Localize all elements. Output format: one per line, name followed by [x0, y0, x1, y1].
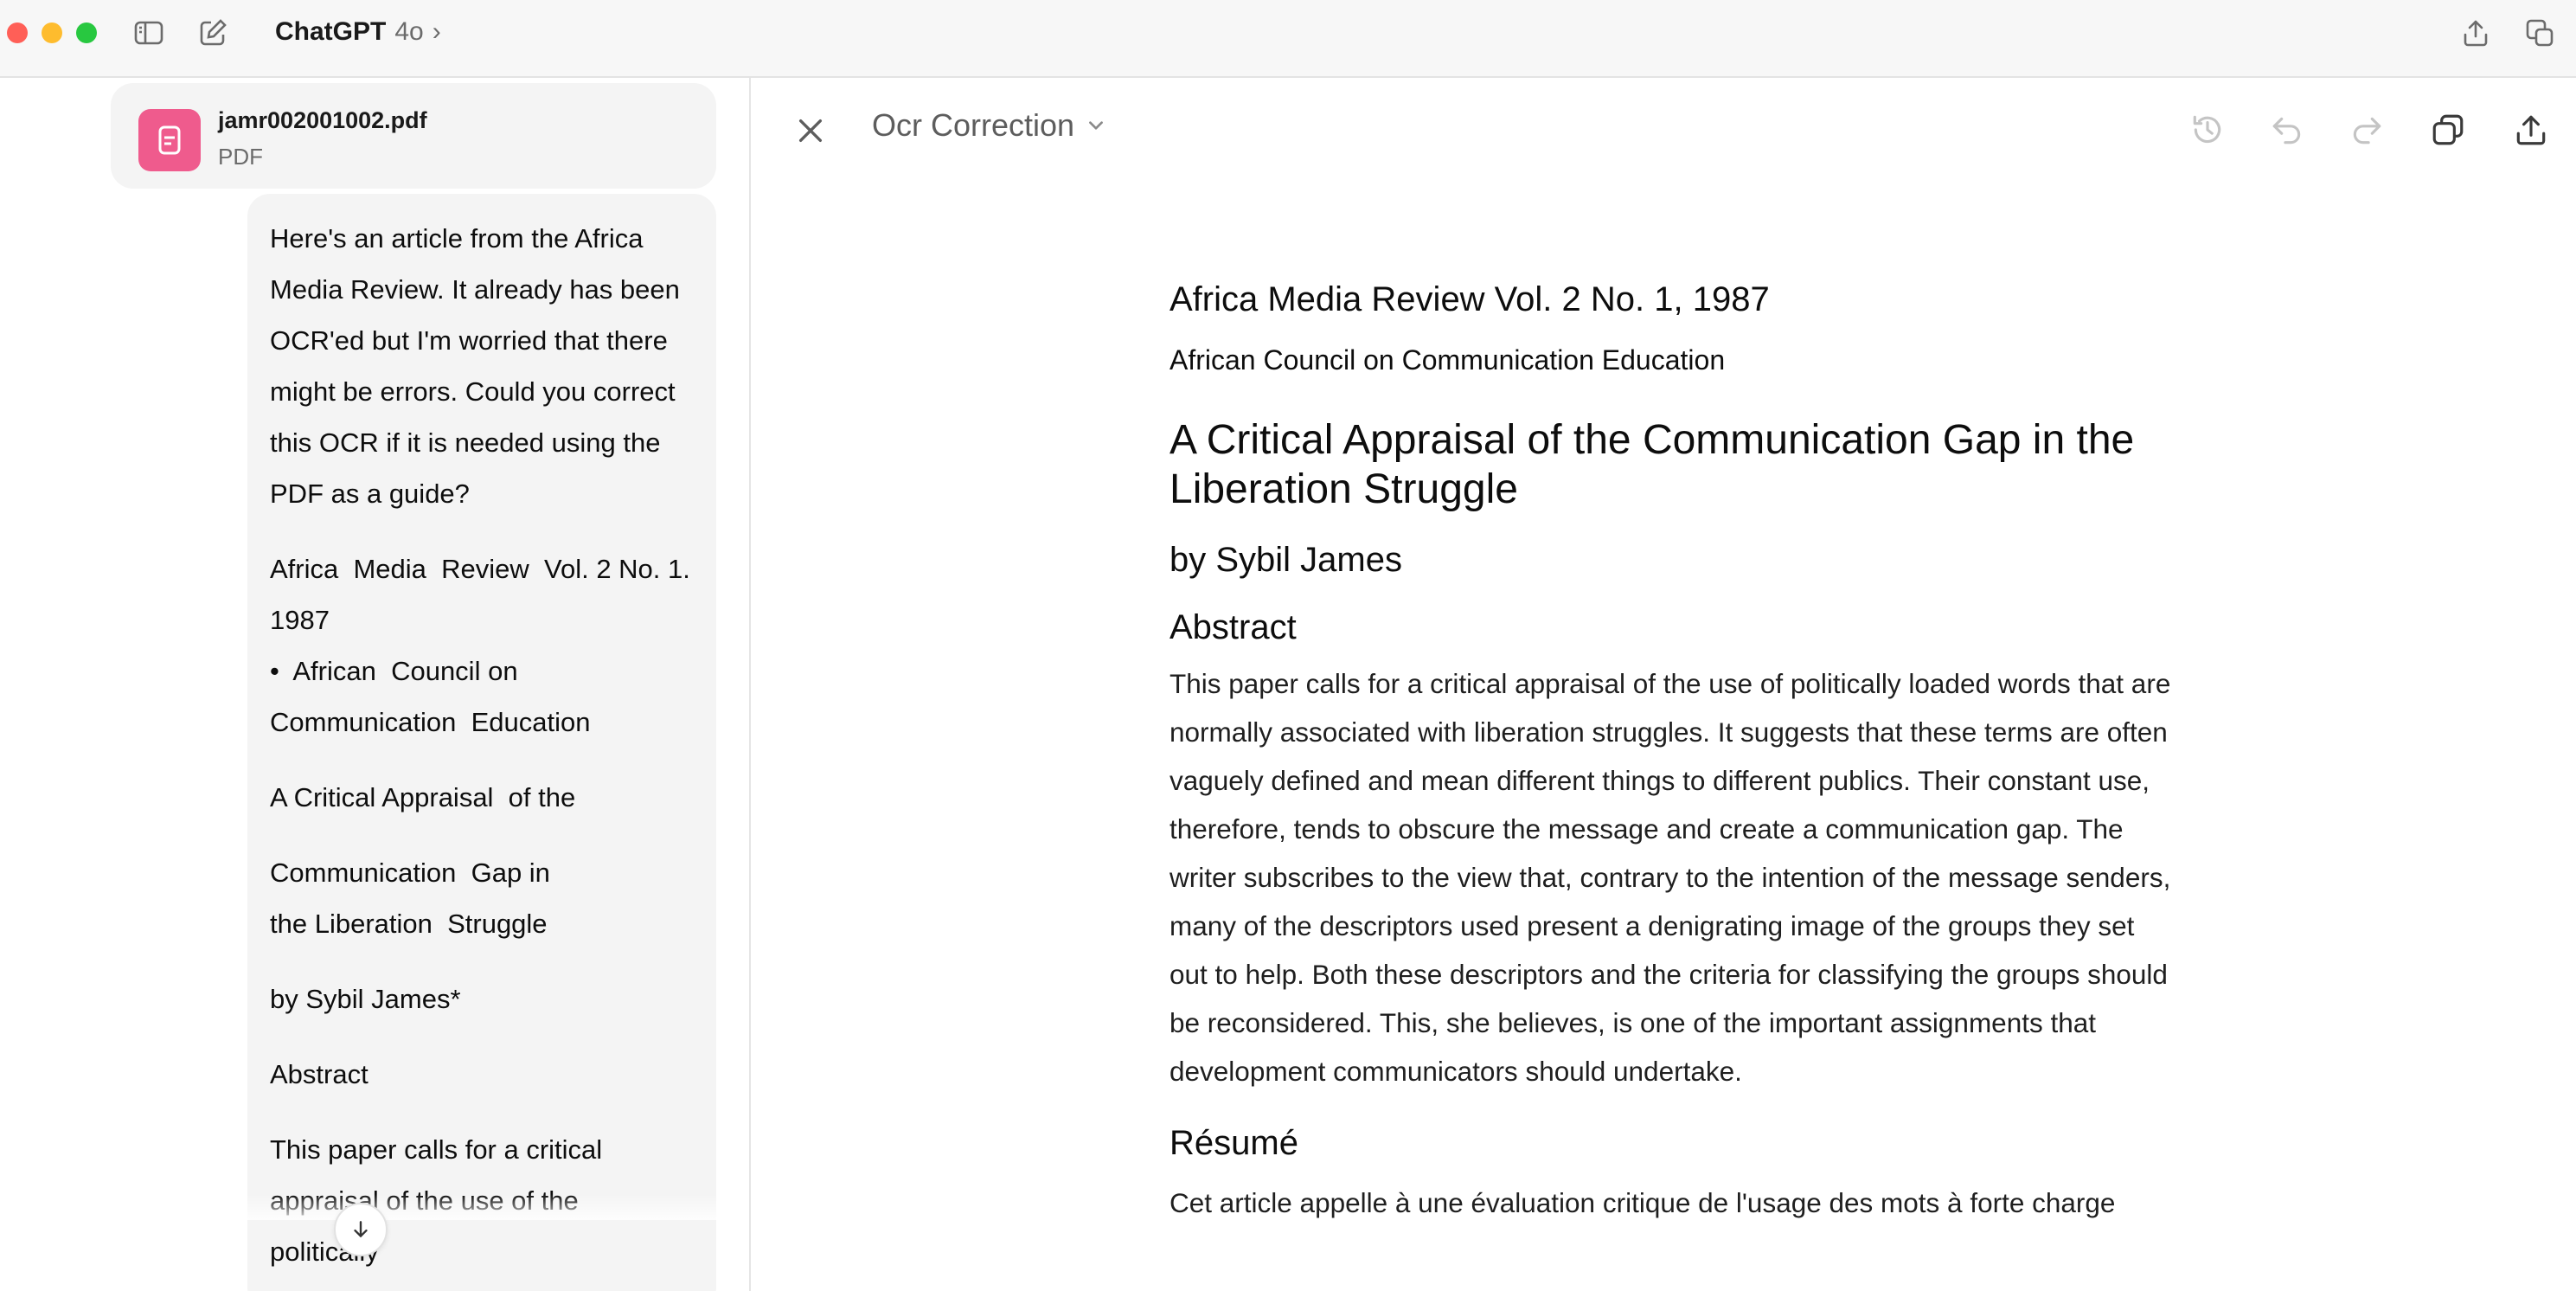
canvas-document[interactable]: Africa Media Review Vol. 2 No. 1, 1987 A… [1169, 277, 2173, 1227]
document-icon [138, 109, 201, 171]
model-name: 4o [394, 17, 424, 46]
undo-button[interactable] [2263, 106, 2311, 154]
new-chat-icon[interactable] [195, 16, 230, 50]
new-window-icon[interactable] [2522, 16, 2557, 50]
export-button[interactable] [2507, 106, 2555, 154]
canvas-title: Ocr Correction [872, 107, 1075, 143]
redo-button[interactable] [2342, 106, 2391, 154]
history-icon [2193, 115, 2221, 144]
abstract-heading: Abstract [1169, 608, 1297, 646]
user-message-bubble: Here's an article from the Africa Media … [247, 194, 716, 1291]
message-paragraph: Communication Gap in the Liberation Stru… [270, 857, 558, 939]
attachment-file-name: jamr002001002.pdf [218, 107, 427, 133]
model-selector[interactable]: ChatGPT 4o › [275, 17, 441, 47]
maximize-window-button[interactable] [76, 22, 97, 43]
author-heading: by Sybil James [1169, 541, 1402, 579]
arrow-down-icon [354, 1221, 368, 1237]
message-paragraph: Abstract [270, 1059, 368, 1089]
resume-body: Cet article appelle à une évaluation cri… [1169, 1187, 2116, 1218]
message-paragraph: A Critical Appraisal of the [270, 782, 576, 812]
journal-heading: Africa Media Review Vol. 2 No. 1, 1987 [1169, 280, 1770, 318]
copy-button[interactable] [2424, 106, 2472, 154]
chat-pane: jamr002001002.pdf PDF Here's an article … [0, 78, 751, 1291]
copy-icon [2432, 114, 2464, 145]
minimize-window-button[interactable] [42, 22, 62, 43]
message-fade [247, 1194, 716, 1220]
article-title: A Critical Appraisal of the Communicatio… [1169, 417, 2135, 512]
message-paragraph: Africa Media Review Vol. 2 No. 1. 1987 [270, 554, 706, 635]
abstract-body: This paper calls for a critical appraisa… [1169, 668, 2171, 1087]
window-titlebar: ChatGPT 4o › [0, 0, 2576, 78]
undo-icon [2272, 117, 2301, 145]
canvas-pane: Ocr Correction Africa Media Review Vol. … [753, 78, 2576, 1291]
share-icon[interactable] [2458, 16, 2493, 50]
sidebar-toggle-icon[interactable] [131, 16, 166, 50]
message-paragraph: Here's an article from the Africa Media … [270, 223, 680, 509]
chevron-right-icon: › [432, 17, 441, 46]
message-paragraph: • African Council on Communication Educa… [270, 656, 591, 737]
message-paragraph: by Sybil James* [270, 984, 461, 1014]
attachment-card[interactable]: jamr002001002.pdf PDF [111, 83, 716, 189]
close-icon [798, 119, 823, 143]
resume-heading: Résumé [1169, 1124, 1298, 1162]
council-heading: African Council on Communication Educati… [1169, 344, 1726, 376]
attachment-file-type: PDF [218, 144, 263, 170]
chevron-down-icon [1089, 121, 1103, 130]
scroll-down-button[interactable] [334, 1203, 388, 1256]
version-history-button[interactable] [2183, 106, 2232, 154]
close-canvas-button[interactable] [789, 109, 832, 152]
close-window-button[interactable] [7, 22, 28, 43]
upload-icon [2516, 115, 2546, 145]
canvas-title-dropdown[interactable]: Ocr Correction [872, 107, 1105, 144]
redo-icon [2353, 117, 2381, 145]
app-name: ChatGPT [275, 17, 387, 46]
